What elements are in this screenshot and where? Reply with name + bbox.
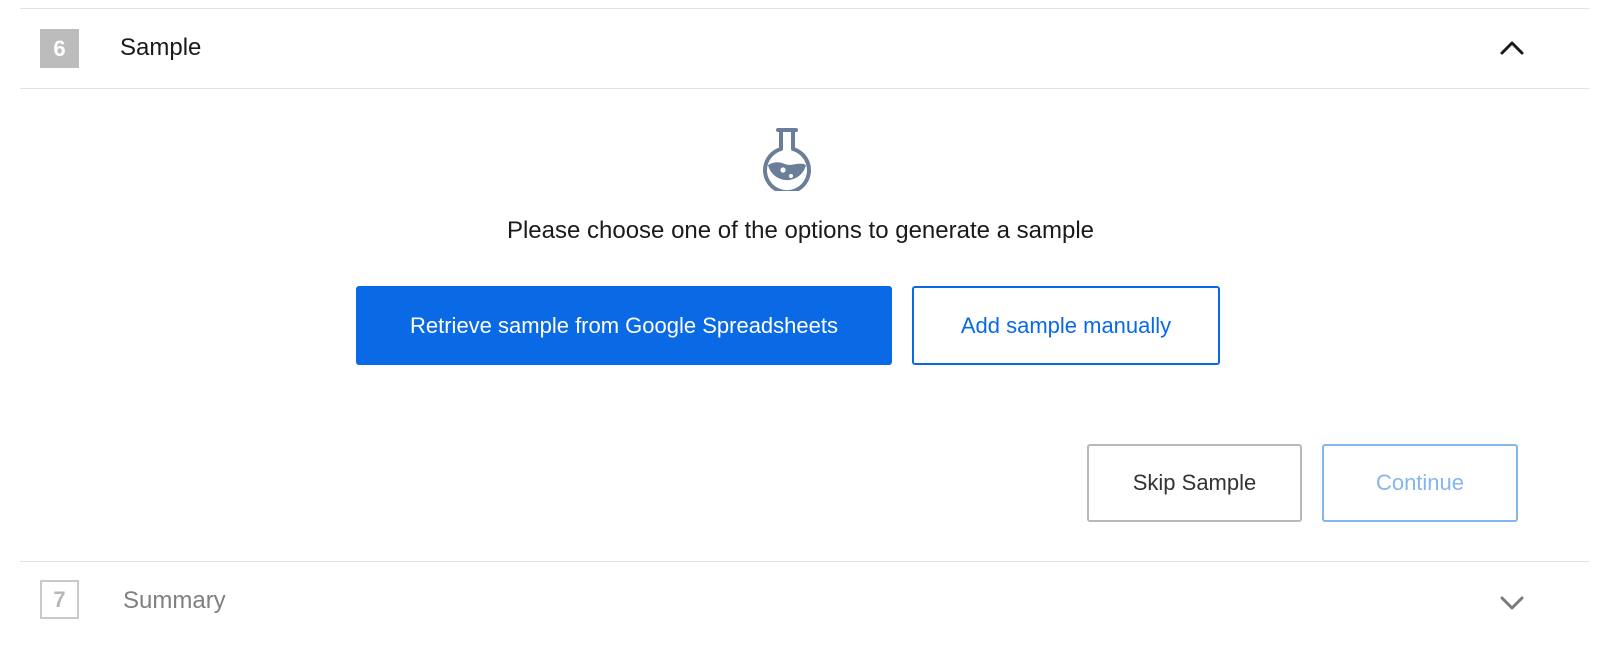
flask-icon (763, 128, 811, 191)
sample-step-page: 6 Sample Please choose one of the option… (0, 0, 1601, 653)
step-title: Summary (123, 587, 226, 614)
top-divider (20, 8, 1589, 9)
step-number-badge: 6 (40, 29, 79, 68)
header-divider (20, 88, 1589, 89)
sample-prompt-text: Please choose one of the options to gene… (506, 217, 1095, 244)
skip-sample-button[interactable]: Skip Sample (1087, 444, 1302, 522)
add-sample-manually-button[interactable]: Add sample manually (912, 286, 1220, 365)
step-number-badge: 7 (40, 580, 79, 619)
retrieve-sample-button[interactable]: Retrieve sample from Google Spreadsheets (356, 286, 892, 365)
step-title: Sample (120, 34, 202, 61)
continue-button[interactable]: Continue (1322, 444, 1518, 522)
chevron-down-icon[interactable] (1498, 589, 1526, 617)
section-divider (20, 561, 1589, 562)
chevron-up-icon[interactable] (1498, 35, 1526, 63)
